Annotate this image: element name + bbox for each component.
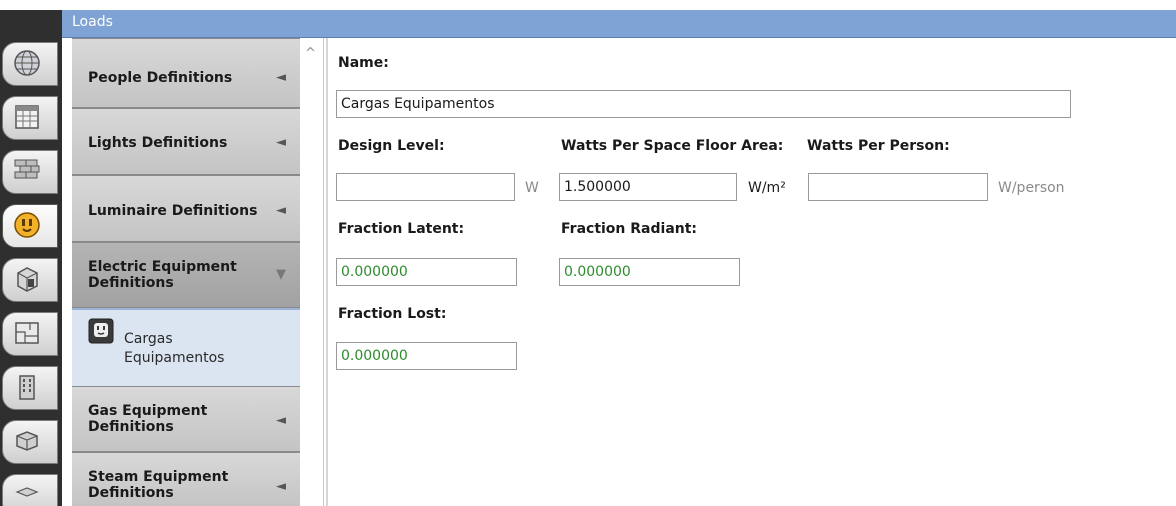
fraction-lost-field[interactable] [336,342,517,370]
space-types-cube-icon [17,267,38,292]
tab-facility[interactable] [2,366,58,410]
design-level-field[interactable] [336,173,515,201]
definitions-list: People Definitions ◄ Lights Definitions … [72,38,300,506]
tab-thermal-zones[interactable] [2,474,58,506]
design-level-unit: W [525,180,539,196]
tab-bar-top-gap [0,0,62,10]
tab-loads[interactable] [2,204,58,248]
tab-site[interactable] [2,42,58,86]
spaces-box-icon [16,431,38,451]
collapse-arrow-icon: ◄ [276,70,286,85]
people-definitions-label: People Definitions [88,70,233,86]
collapse-arrow-icon: ◄ [276,203,286,218]
tab-schedules[interactable] [2,96,58,140]
watts-per-area-unit: W/m² [748,180,786,196]
schedules-calendar-icon [15,105,39,129]
tab-space-types[interactable] [2,258,58,302]
watts-per-area-field[interactable] [559,173,737,201]
steam-equipment-definitions-header[interactable]: Steam Equipment Definitions ◄ [72,452,300,506]
constructions-bricks-icon [14,159,40,179]
page-title: Loads [72,14,113,30]
loads-outlet-icon [14,212,40,238]
gas-equipment-definitions-label: Gas Equipment Definitions [88,403,208,435]
tab-geometry[interactable] [2,312,58,356]
electric-equipment-definitions-header[interactable]: Electric Equipment Definitions ▼ [72,242,300,308]
electric-outlet-icon [88,318,114,344]
fraction-radiant-label: Fraction Radiant: [561,221,698,237]
list-item-cargas-equipamentos[interactable]: Cargas Equipamentos [72,308,300,386]
fraction-radiant-field[interactable] [559,258,740,286]
facility-building-icon [19,375,35,400]
steam-equipment-definitions-label: Steam Equipment Definitions [88,469,229,501]
fraction-latent-label: Fraction Latent: [338,221,465,237]
vertical-tab-bar [0,0,62,506]
luminaire-definitions-label: Luminaire Definitions [88,203,258,219]
collapse-arrow-icon: ◄ [276,413,286,428]
list-scrollbar[interactable]: ^ [300,38,324,506]
list-item-label: Cargas Equipamentos [124,331,225,366]
fraction-latent-field[interactable] [336,258,517,286]
collapse-arrow-icon: ◄ [276,479,286,494]
expand-arrow-icon: ▼ [276,267,286,282]
watts-per-person-unit: W/person [998,180,1065,196]
gas-equipment-definitions-header[interactable]: Gas Equipment Definitions ◄ [72,386,300,452]
electric-equipment-definitions-label: Electric Equipment Definitions [88,259,237,291]
people-definitions-header[interactable]: People Definitions ◄ [72,38,300,108]
site-globe-icon [14,50,40,76]
panel-divider [326,38,328,506]
watts-per-person-label: Watts Per Person: [807,138,950,154]
tab-spaces[interactable] [2,420,58,464]
loads-header-bar: Loads [62,10,1176,38]
geometry-floorplan-icon [15,322,39,344]
fraction-lost-label: Fraction Lost: [338,306,447,322]
scroll-up-arrow-icon[interactable]: ^ [305,46,316,61]
name-field[interactable] [336,90,1071,118]
lights-definitions-label: Lights Definitions [88,135,228,151]
watts-per-area-label: Watts Per Space Floor Area: [561,138,784,154]
name-label: Name: [338,55,389,71]
lights-definitions-header[interactable]: Lights Definitions ◄ [72,108,300,175]
watts-per-person-field[interactable] [808,173,988,201]
thermal-zones-icon [15,487,39,497]
collapse-arrow-icon: ◄ [276,135,286,150]
design-level-label: Design Level: [338,138,445,154]
luminaire-definitions-header[interactable]: Luminaire Definitions ◄ [72,175,300,242]
tab-constructions[interactable] [2,150,58,194]
